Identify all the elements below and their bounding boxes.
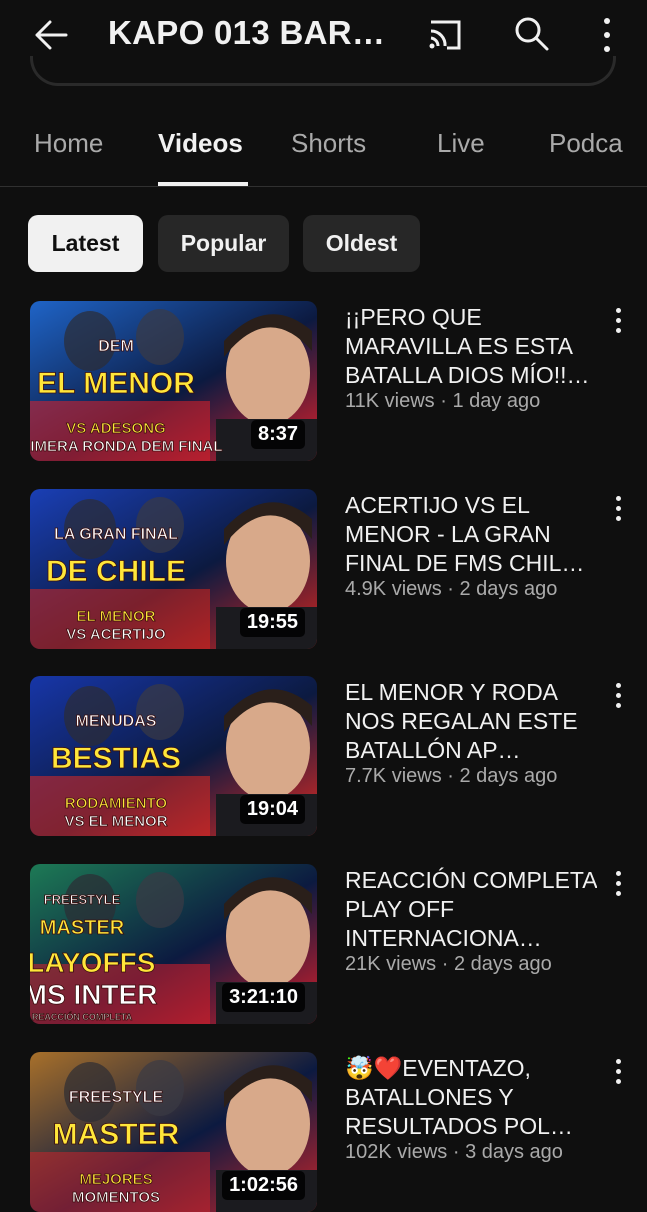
thumbnail-text: LA GRAN FINAL xyxy=(54,526,178,543)
video-title[interactable]: EL MENOR Y RODA NOS REGALAN ESTE BATALLÓ… xyxy=(345,678,597,765)
view-count: 7.7K views xyxy=(345,765,442,787)
thumbnail-text: VS ADESONG xyxy=(66,420,165,437)
thumbnail-text: MEJORES xyxy=(79,1171,152,1188)
video-item[interactable]: LA GRAN FINAL DE CHILE EL MENOR VS ACERTIJO… xyxy=(0,489,647,649)
video-item[interactable]: DEM EL MENOR VS ADESONG PRIMERA RONDA DEM F… xyxy=(0,301,647,461)
view-count: 11K views xyxy=(345,390,435,412)
thumbnail-text: FMS INTER xyxy=(30,979,157,1010)
thumbnail-text: PRIMERA RONDA DEM FINAL xyxy=(30,438,223,455)
view-count: 21K views xyxy=(345,953,437,975)
thumbnail-text: MENUDAS xyxy=(76,713,157,730)
tab-podcasts[interactable]: Podca xyxy=(549,128,623,159)
chip-popular[interactable]: Popular xyxy=(158,215,289,272)
upload-age: 1 day ago xyxy=(452,390,541,412)
top-app-bar: KAPO 013 BAR… xyxy=(0,0,647,86)
video-thumbnail[interactable]: FREESTYLE MASTER PLAYOFFSFMS INTERREACCIÓN… xyxy=(30,864,317,1024)
video-duration: 19:04 xyxy=(239,795,305,824)
more-vert-icon[interactable] xyxy=(592,12,622,58)
video-item[interactable]: FREESTYLE MASTER MEJORES MOMENTOS 1:02:56 🤯… xyxy=(0,1052,647,1212)
thumbnail-text: EL MENOR xyxy=(37,367,195,400)
tab-shorts[interactable]: Shorts xyxy=(291,128,366,159)
meta-separator: · xyxy=(447,1141,466,1163)
video-item[interactable]: MENUDAS BESTIAS RODAMIENTO VS EL MENOR 19:0… xyxy=(0,676,647,836)
video-metadata: 11K views · 1 day ago xyxy=(345,390,540,413)
tab-videos[interactable]: Videos xyxy=(158,128,243,159)
thumbnail-text: RODAMIENTO xyxy=(65,795,168,812)
channel-title: KAPO 013 BAR… xyxy=(108,14,386,51)
meta-separator: · xyxy=(441,578,460,600)
video-thumbnail[interactable]: FREESTYLE MASTER MEJORES MOMENTOS 1:02:56 xyxy=(30,1052,317,1212)
search-bar-edge xyxy=(30,56,616,86)
tab-live[interactable]: Live xyxy=(437,128,485,159)
cast-icon[interactable] xyxy=(420,12,470,58)
thumbnail-text: MOMENTOS xyxy=(72,1189,160,1206)
view-count: 4.9K views xyxy=(345,578,442,600)
meta-separator: · xyxy=(436,953,454,975)
upload-age: 2 days ago xyxy=(453,953,552,975)
chip-latest[interactable]: Latest xyxy=(28,215,143,272)
upload-age: 3 days ago xyxy=(465,1141,563,1163)
video-metadata: 7.7K views · 2 days ago xyxy=(345,765,557,788)
video-duration: 19:55 xyxy=(239,608,305,637)
thumbnail-text: VS ACERTIJO xyxy=(66,626,166,643)
tab-home[interactable]: Home xyxy=(34,128,103,159)
video-duration: 1:02:56 xyxy=(222,1171,305,1200)
thumbnail-text: VS EL MENOR xyxy=(64,813,167,830)
thumbnail-text: DEM xyxy=(98,338,134,355)
thumbnail-text: MASTER xyxy=(53,1118,180,1151)
active-tab-indicator xyxy=(158,182,248,186)
more-vert-icon[interactable] xyxy=(606,1056,630,1086)
video-duration: 3:21:10 xyxy=(222,983,305,1012)
back-arrow-icon[interactable] xyxy=(28,12,74,58)
video-metadata: 21K views · 2 days ago xyxy=(345,953,552,976)
video-thumbnail[interactable]: LA GRAN FINAL DE CHILE EL MENOR VS ACERTIJO… xyxy=(30,489,317,649)
thumbnail-text: DE CHILE xyxy=(46,555,186,588)
meta-separator: · xyxy=(441,765,460,787)
thumbnail-text: REACCIÓN COMPLETA xyxy=(32,1011,133,1022)
search-icon[interactable] xyxy=(508,10,556,58)
more-vert-icon[interactable] xyxy=(606,305,630,335)
channel-tabs: Home Videos Shorts Live Podca xyxy=(0,110,647,187)
video-title[interactable]: ¡¡PERO QUE MARAVILLA ES ESTA BATALLA DIO… xyxy=(345,303,597,390)
more-vert-icon[interactable] xyxy=(606,493,630,523)
thumbnail-text: EL MENOR xyxy=(77,608,156,625)
upload-age: 2 days ago xyxy=(459,765,558,787)
video-metadata: 102K views · 3 days ago xyxy=(345,1141,563,1164)
view-count: 102K views xyxy=(345,1141,448,1163)
video-item[interactable]: FREESTYLEMASTERPLAYOFFSFMS INTERREACCIÓN… xyxy=(0,864,647,1024)
meta-separator: · xyxy=(434,390,453,412)
chip-oldest[interactable]: Oldest xyxy=(303,215,420,272)
thumbnail-text: FREESTYLE xyxy=(69,1089,164,1106)
video-thumbnail[interactable]: DEM EL MENOR VS ADESONG PRIMERA RONDA DEM F… xyxy=(30,301,317,461)
video-title[interactable]: 🤯❤️EVENTAZO, BATALLONES Y RESULTADOS POL… xyxy=(345,1054,597,1141)
video-thumbnail[interactable]: MENUDAS BESTIAS RODAMIENTO VS EL MENOR 19:0… xyxy=(30,676,317,836)
more-vert-icon[interactable] xyxy=(606,868,630,898)
thumbnail-text: BESTIAS xyxy=(51,742,181,775)
video-metadata: 4.9K views · 2 days ago xyxy=(345,578,557,601)
upload-age: 2 days ago xyxy=(459,578,558,600)
more-vert-icon[interactable] xyxy=(606,680,630,710)
thumbnail-text: PLAYOFFS xyxy=(30,947,155,978)
thumbnail-text: MASTER xyxy=(40,917,125,939)
video-title[interactable]: ACERTIJO VS EL MENOR - LA GRAN FINAL DE … xyxy=(345,491,597,578)
video-duration: 8:37 xyxy=(250,420,305,449)
thumbnail-text: FREESTYLE xyxy=(44,892,121,907)
video-title[interactable]: REACCIÓN COMPLETA PLAY OFF INTERNACIONA… xyxy=(345,866,597,953)
